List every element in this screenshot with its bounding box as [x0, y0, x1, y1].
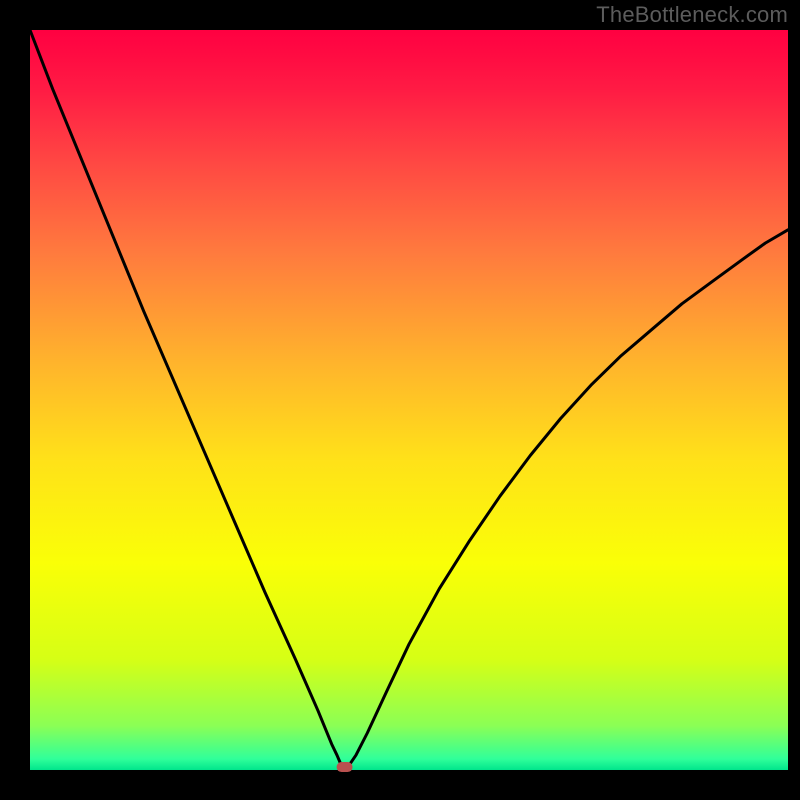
bottleneck-chart: [0, 0, 800, 800]
optimal-point-marker: [337, 762, 353, 772]
watermark-text: TheBottleneck.com: [596, 2, 788, 28]
plot-background: [30, 30, 788, 770]
chart-stage: TheBottleneck.com: [0, 0, 800, 800]
